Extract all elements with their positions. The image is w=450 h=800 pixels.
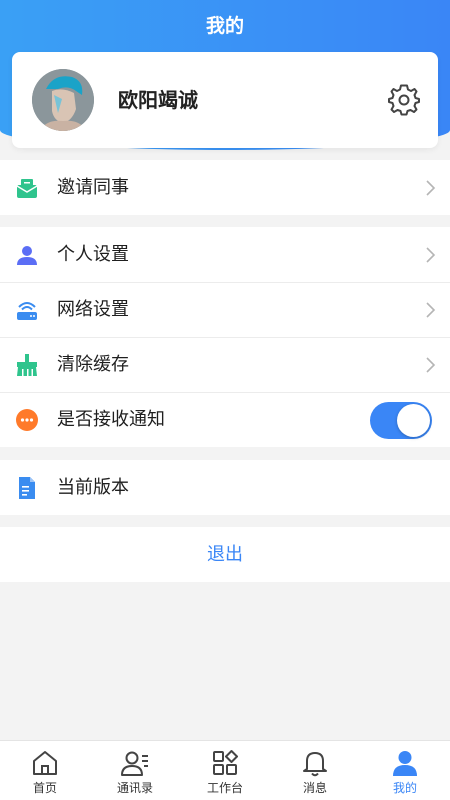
broom-icon bbox=[17, 354, 37, 376]
tab-home[interactable]: 首页 bbox=[0, 741, 90, 800]
menu-item-personal-settings[interactable]: 个人设置 bbox=[0, 227, 450, 282]
menu-item-invite[interactable]: 邀请同事 bbox=[0, 160, 450, 215]
menu-item-notifications: 是否接收通知 bbox=[0, 392, 450, 447]
menu-item-label: 清除缓存 bbox=[57, 354, 129, 375]
menu-item-version[interactable]: 当前版本 bbox=[0, 460, 450, 515]
menu-item-network-settings[interactable]: 网络设置 bbox=[0, 282, 450, 337]
user-icon bbox=[17, 246, 37, 265]
user-icon bbox=[393, 751, 417, 776]
chevron-right-icon bbox=[426, 357, 436, 373]
notifications-toggle[interactable] bbox=[370, 402, 432, 439]
contacts-icon bbox=[121, 751, 148, 776]
menu-item-label: 是否接收通知 bbox=[57, 409, 165, 430]
chevron-right-icon bbox=[426, 180, 436, 196]
page-title: 我的 bbox=[205, 15, 244, 37]
wifi-router-icon bbox=[17, 302, 37, 320]
menu-item-label: 个人设置 bbox=[57, 244, 129, 265]
tab-label: 工作台 bbox=[206, 781, 243, 795]
menu-item-label: 当前版本 bbox=[57, 477, 129, 498]
tab-label: 通讯录 bbox=[116, 781, 153, 795]
workbench-icon bbox=[213, 750, 238, 775]
avatar[interactable] bbox=[32, 69, 94, 131]
bell-icon bbox=[303, 752, 327, 777]
menu-group-invite: 邀请同事 bbox=[0, 160, 450, 215]
document-icon bbox=[19, 477, 35, 499]
tab-label: 消息 bbox=[302, 781, 327, 795]
tab-label: 我的 bbox=[392, 781, 417, 795]
envelope-icon bbox=[16, 179, 38, 198]
username: 欧阳竭诚 bbox=[118, 88, 198, 112]
chevron-right-icon bbox=[426, 302, 436, 318]
bottom-tabbar: 首页 通讯录 工作台 消息 我的 bbox=[0, 740, 450, 800]
tab-workbench[interactable]: 工作台 bbox=[180, 741, 270, 800]
tab-messages[interactable]: 消息 bbox=[270, 741, 360, 800]
menu-item-label: 网络设置 bbox=[57, 299, 129, 320]
gear-icon[interactable] bbox=[388, 84, 420, 116]
tab-mine[interactable]: 我的 bbox=[360, 741, 450, 800]
home-icon bbox=[33, 751, 57, 775]
more-dots-icon bbox=[16, 409, 38, 431]
menu-group-settings: 个人设置 网络设置 清除缓存 是否接收通知 bbox=[0, 227, 450, 447]
logout-button[interactable]: 退出 bbox=[0, 527, 450, 582]
menu-item-label: 邀请同事 bbox=[57, 177, 129, 198]
menu-item-clear-cache[interactable]: 清除缓存 bbox=[0, 337, 450, 392]
menu-group-version: 当前版本 bbox=[0, 460, 450, 515]
tab-contacts[interactable]: 通讯录 bbox=[90, 741, 180, 800]
profile-card[interactable]: 欧阳竭诚 bbox=[12, 52, 438, 148]
tab-label: 首页 bbox=[32, 781, 57, 795]
toggle-knob bbox=[397, 404, 430, 437]
chevron-right-icon bbox=[426, 247, 436, 263]
